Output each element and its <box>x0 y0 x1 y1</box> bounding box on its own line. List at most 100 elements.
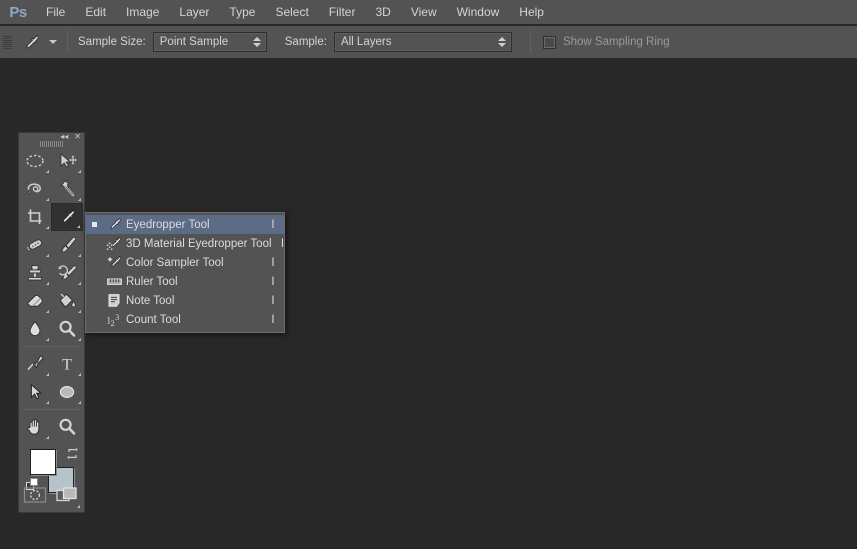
sample-select[interactable]: All Layers <box>333 32 512 52</box>
tool-spot-healing-brush[interactable] <box>19 231 51 259</box>
tool-eyedropper[interactable] <box>51 203 83 231</box>
tool-path-selection[interactable] <box>19 378 51 406</box>
options-bar: Sample Size: Point Sample Sample: All La… <box>0 26 857 59</box>
flyout-corner-icon <box>78 282 81 285</box>
tool-ellipse-shape[interactable] <box>51 378 83 406</box>
flyout-item-note-tool[interactable]: Note Tool I <box>86 291 284 310</box>
tool-preset-chevron-down-icon[interactable] <box>49 40 57 44</box>
menu-item-file[interactable]: File <box>36 0 75 25</box>
flyout-corner-icon <box>77 225 80 228</box>
flyout-item-ruler-tool[interactable]: Ruler Tool I <box>86 272 284 291</box>
flyout-item-count-tool[interactable]: 1 2 3 Count Tool I <box>86 310 284 329</box>
flyout-corner-icon <box>46 170 49 173</box>
flyout-corner-icon <box>46 338 49 341</box>
selected-marker-icon <box>86 222 102 227</box>
tools-divider-2 <box>23 409 80 410</box>
quick-mask-mode-button[interactable] <box>19 478 51 512</box>
svg-text:2: 2 <box>110 319 114 328</box>
flyout-shortcut: I <box>271 275 275 288</box>
menu-item-window[interactable]: Window <box>447 0 510 25</box>
flyout-corner-icon <box>46 436 49 439</box>
sample-label: Sample: <box>284 36 327 48</box>
material-eyedropper-icon <box>102 236 126 251</box>
menu-item-filter[interactable]: Filter <box>319 0 366 25</box>
tool-pen[interactable] <box>19 350 51 378</box>
flyout-item-3d-material-eyedropper-tool[interactable]: 3D Material Eyedropper Tool I <box>86 234 284 253</box>
tool-horizontal-type[interactable]: T <box>51 350 83 378</box>
menu-item-type[interactable]: Type <box>219 0 265 25</box>
tools-panel: ◂◂ ✕ T <box>18 132 85 513</box>
flyout-label: Ruler Tool <box>126 275 178 288</box>
eyedropper-icon[interactable] <box>16 29 46 55</box>
sample-size-label: Sample Size: <box>78 36 146 48</box>
count-123-icon: 1 2 3 <box>102 312 126 328</box>
tool-dodge[interactable] <box>51 315 83 343</box>
flyout-label: Note Tool <box>126 294 175 307</box>
tools-grid-vector: T <box>19 350 84 406</box>
svg-text:3: 3 <box>115 313 119 322</box>
tool-elliptical-marquee[interactable] <box>19 147 51 175</box>
ruler-icon <box>102 274 126 289</box>
close-icon[interactable]: ✕ <box>74 133 81 141</box>
flyout-corner-icon <box>78 310 81 313</box>
flyout-corner-icon <box>46 310 49 313</box>
tool-clone-stamp[interactable] <box>19 259 51 287</box>
tool-lasso[interactable] <box>19 175 51 203</box>
flyout-corner-icon <box>78 401 81 404</box>
eyedropper-tool-flyout-menu: Eyedropper Tool I 3D Material Eyedropper… <box>85 212 285 333</box>
flyout-corner-icon <box>78 373 81 376</box>
flyout-corner-icon <box>46 282 49 285</box>
menu-bar: Ps File Edit Image Layer Type Select Fil… <box>0 0 857 25</box>
show-sampling-ring-checkbox[interactable] <box>542 35 556 49</box>
menu-item-view[interactable]: View <box>401 0 447 25</box>
options-bar-divider-1 <box>67 31 68 53</box>
flyout-item-color-sampler-tool[interactable]: Color Sampler Tool I <box>86 253 284 272</box>
screen-mode-button[interactable] <box>51 478 83 512</box>
tools-divider-1 <box>23 346 80 347</box>
flyout-label: Color Sampler Tool <box>126 256 224 269</box>
menu-item-3d[interactable]: 3D <box>365 0 400 25</box>
sample-stepper-icon <box>498 33 507 51</box>
options-bar-divider-2 <box>529 31 531 53</box>
show-sampling-ring-label: Show Sampling Ring <box>562 36 670 48</box>
flyout-corner-icon <box>46 198 49 201</box>
tool-crop[interactable] <box>19 203 51 231</box>
note-icon <box>102 293 126 308</box>
color-swatches <box>19 445 84 493</box>
flyout-corner-icon <box>46 373 49 376</box>
tool-magic-wand[interactable] <box>51 175 83 203</box>
tool-hand[interactable] <box>19 413 51 441</box>
tool-move[interactable] <box>51 147 83 175</box>
flyout-corner-icon <box>78 170 81 173</box>
photoshop-logo-icon: Ps <box>9 3 27 21</box>
tool-blur[interactable] <box>19 315 51 343</box>
sample-size-select[interactable]: Point Sample <box>152 32 267 52</box>
tool-eraser[interactable] <box>19 287 51 315</box>
menu-item-layer[interactable]: Layer <box>169 0 219 25</box>
foreground-color-swatch[interactable] <box>30 449 56 475</box>
svg-text:T: T <box>62 357 72 374</box>
sample-size-stepper-icon <box>253 33 262 51</box>
tool-zoom[interactable] <box>51 413 83 441</box>
menu-item-edit[interactable]: Edit <box>75 0 116 25</box>
sample-value: All Layers <box>340 36 392 48</box>
flyout-shortcut: I <box>280 237 285 250</box>
mode-buttons <box>19 478 84 512</box>
tool-history-brush[interactable] <box>51 259 83 287</box>
menu-item-image[interactable]: Image <box>116 0 169 25</box>
flyout-shortcut: I <box>271 294 275 307</box>
menu-item-select[interactable]: Select <box>265 0 318 25</box>
swap-colors-icon[interactable] <box>66 447 79 460</box>
eyedropper-icon <box>102 217 126 232</box>
menu-item-help[interactable]: Help <box>509 0 554 25</box>
options-bar-drag-handle[interactable] <box>3 31 12 53</box>
flyout-label: Eyedropper Tool <box>126 218 210 231</box>
collapse-icon[interactable]: ◂◂ <box>60 133 68 141</box>
tool-paint-bucket[interactable] <box>51 287 83 315</box>
flyout-shortcut: I <box>271 256 275 269</box>
tool-brush[interactable] <box>51 231 83 259</box>
flyout-corner-icon <box>78 198 81 201</box>
flyout-item-eyedropper-tool[interactable]: Eyedropper Tool I <box>86 215 284 234</box>
flyout-corner-icon <box>46 254 49 257</box>
flyout-shortcut: I <box>271 218 275 231</box>
